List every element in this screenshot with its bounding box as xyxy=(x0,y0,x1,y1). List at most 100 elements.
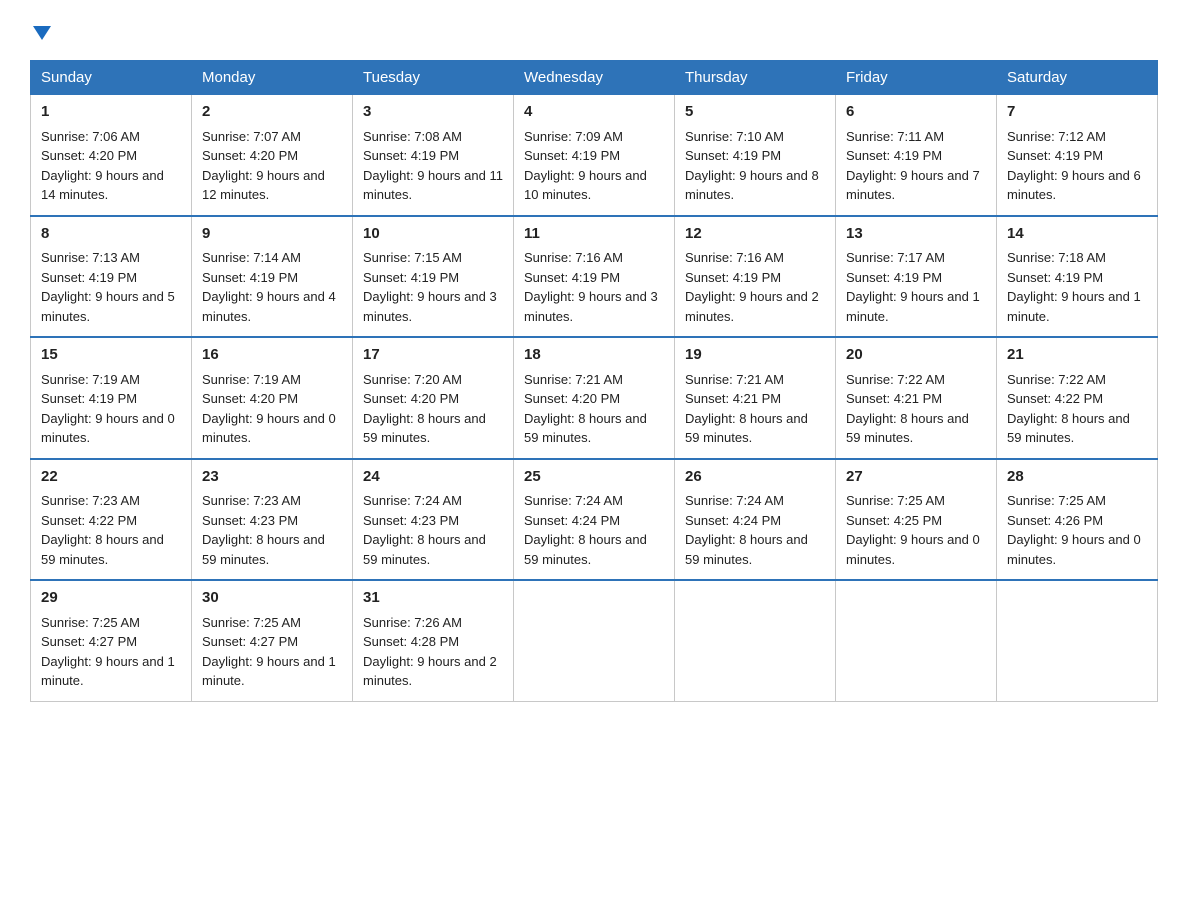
weekday-header-tuesday: Tuesday xyxy=(353,61,514,95)
day-number: 31 xyxy=(363,587,503,610)
weekday-header-friday: Friday xyxy=(836,61,997,95)
day-number: 14 xyxy=(1007,223,1147,246)
day-number: 22 xyxy=(41,466,181,489)
calendar-cell: 26 Sunrise: 7:24 AMSunset: 4:24 PMDayligh… xyxy=(675,459,836,581)
calendar-cell: 7 Sunrise: 7:12 AMSunset: 4:19 PMDaylight… xyxy=(997,95,1158,216)
day-number: 7 xyxy=(1007,101,1147,124)
day-number: 21 xyxy=(1007,344,1147,367)
calendar-week-row: 8 Sunrise: 7:13 AMSunset: 4:19 PMDaylight… xyxy=(31,216,1158,338)
calendar-cell: 19 Sunrise: 7:21 AMSunset: 4:21 PMDayligh… xyxy=(675,337,836,459)
calendar-week-row: 1 Sunrise: 7:06 AMSunset: 4:20 PMDaylight… xyxy=(31,95,1158,216)
calendar-table: SundayMondayTuesdayWednesdayThursdayFrid… xyxy=(30,60,1158,702)
calendar-cell: 14 Sunrise: 7:18 AMSunset: 4:19 PMDayligh… xyxy=(997,216,1158,338)
calendar-cell: 21 Sunrise: 7:22 AMSunset: 4:22 PMDayligh… xyxy=(997,337,1158,459)
day-number: 12 xyxy=(685,223,825,246)
day-number: 24 xyxy=(363,466,503,489)
day-info: Sunrise: 7:23 AMSunset: 4:23 PMDaylight:… xyxy=(202,493,325,567)
day-info: Sunrise: 7:16 AMSunset: 4:19 PMDaylight:… xyxy=(685,250,819,324)
day-info: Sunrise: 7:24 AMSunset: 4:24 PMDaylight:… xyxy=(685,493,808,567)
day-info: Sunrise: 7:23 AMSunset: 4:22 PMDaylight:… xyxy=(41,493,164,567)
day-info: Sunrise: 7:07 AMSunset: 4:20 PMDaylight:… xyxy=(202,129,325,203)
calendar-cell: 12 Sunrise: 7:16 AMSunset: 4:19 PMDayligh… xyxy=(675,216,836,338)
calendar-week-row: 22 Sunrise: 7:23 AMSunset: 4:22 PMDayligh… xyxy=(31,459,1158,581)
day-info: Sunrise: 7:18 AMSunset: 4:19 PMDaylight:… xyxy=(1007,250,1141,324)
calendar-cell: 10 Sunrise: 7:15 AMSunset: 4:19 PMDayligh… xyxy=(353,216,514,338)
calendar-cell: 29Sunrise: 7:25 AMSunset: 4:27 PMDayligh… xyxy=(31,580,192,701)
calendar-cell xyxy=(997,580,1158,701)
calendar-cell xyxy=(514,580,675,701)
day-info: Sunrise: 7:06 AMSunset: 4:20 PMDaylight:… xyxy=(41,129,164,203)
day-number: 18 xyxy=(524,344,664,367)
day-number: 11 xyxy=(524,223,664,246)
day-number: 2 xyxy=(202,101,342,124)
day-info: Sunrise: 7:17 AMSunset: 4:19 PMDaylight:… xyxy=(846,250,980,324)
calendar-cell: 18 Sunrise: 7:21 AMSunset: 4:20 PMDayligh… xyxy=(514,337,675,459)
calendar-cell: 4 Sunrise: 7:09 AMSunset: 4:19 PMDaylight… xyxy=(514,95,675,216)
day-info: Sunrise: 7:21 AMSunset: 4:20 PMDaylight:… xyxy=(524,372,647,446)
calendar-header-row: SundayMondayTuesdayWednesdayThursdayFrid… xyxy=(31,61,1158,95)
day-info: Sunrise: 7:25 AMSunset: 4:26 PMDaylight:… xyxy=(1007,493,1141,567)
day-number: 17 xyxy=(363,344,503,367)
calendar-cell: 2 Sunrise: 7:07 AMSunset: 4:20 PMDaylight… xyxy=(192,95,353,216)
day-number: 15 xyxy=(41,344,181,367)
calendar-cell: 24Sunrise: 7:24 AMSunset: 4:23 PMDayligh… xyxy=(353,459,514,581)
day-info: Sunrise: 7:25 AMSunset: 4:27 PMDaylight:… xyxy=(41,615,175,689)
day-info: Sunrise: 7:21 AMSunset: 4:21 PMDaylight:… xyxy=(685,372,808,446)
logo xyxy=(30,20,51,40)
calendar-cell: 5Sunrise: 7:10 AMSunset: 4:19 PMDaylight… xyxy=(675,95,836,216)
day-info: Sunrise: 7:26 AMSunset: 4:28 PMDaylight:… xyxy=(363,615,497,689)
day-number: 16 xyxy=(202,344,342,367)
calendar-cell: 20 Sunrise: 7:22 AMSunset: 4:21 PMDayligh… xyxy=(836,337,997,459)
calendar-cell: 23Sunrise: 7:23 AMSunset: 4:23 PMDayligh… xyxy=(192,459,353,581)
calendar-cell: 1 Sunrise: 7:06 AMSunset: 4:20 PMDaylight… xyxy=(31,95,192,216)
calendar-cell: 16 Sunrise: 7:19 AMSunset: 4:20 PMDayligh… xyxy=(192,337,353,459)
day-info: Sunrise: 7:16 AMSunset: 4:19 PMDaylight:… xyxy=(524,250,658,324)
day-number: 13 xyxy=(846,223,986,246)
day-number: 8 xyxy=(41,223,181,246)
day-info: Sunrise: 7:25 AMSunset: 4:27 PMDaylight:… xyxy=(202,615,336,689)
day-info: Sunrise: 7:10 AMSunset: 4:19 PMDaylight:… xyxy=(685,129,819,203)
day-info: Sunrise: 7:25 AMSunset: 4:25 PMDaylight:… xyxy=(846,493,980,567)
day-info: Sunrise: 7:13 AMSunset: 4:19 PMDaylight:… xyxy=(41,250,175,324)
day-info: Sunrise: 7:14 AMSunset: 4:19 PMDaylight:… xyxy=(202,250,336,324)
day-number: 4 xyxy=(524,101,664,124)
weekday-header-wednesday: Wednesday xyxy=(514,61,675,95)
weekday-header-monday: Monday xyxy=(192,61,353,95)
calendar-cell: 15 Sunrise: 7:19 AMSunset: 4:19 PMDayligh… xyxy=(31,337,192,459)
calendar-cell xyxy=(836,580,997,701)
day-info: Sunrise: 7:15 AMSunset: 4:19 PMDaylight:… xyxy=(363,250,497,324)
day-info: Sunrise: 7:11 AMSunset: 4:19 PMDaylight:… xyxy=(846,129,980,203)
day-number: 28 xyxy=(1007,466,1147,489)
day-number: 25 xyxy=(524,466,664,489)
calendar-cell: 8 Sunrise: 7:13 AMSunset: 4:19 PMDaylight… xyxy=(31,216,192,338)
calendar-week-row: 15 Sunrise: 7:19 AMSunset: 4:19 PMDayligh… xyxy=(31,337,1158,459)
day-number: 1 xyxy=(41,101,181,124)
day-number: 3 xyxy=(363,101,503,124)
day-info: Sunrise: 7:22 AMSunset: 4:21 PMDaylight:… xyxy=(846,372,969,446)
calendar-cell: 27Sunrise: 7:25 AMSunset: 4:25 PMDayligh… xyxy=(836,459,997,581)
day-info: Sunrise: 7:22 AMSunset: 4:22 PMDaylight:… xyxy=(1007,372,1130,446)
calendar-cell: 9Sunrise: 7:14 AMSunset: 4:19 PMDaylight… xyxy=(192,216,353,338)
day-number: 19 xyxy=(685,344,825,367)
calendar-cell: 13 Sunrise: 7:17 AMSunset: 4:19 PMDayligh… xyxy=(836,216,997,338)
day-number: 6 xyxy=(846,101,986,124)
day-info: Sunrise: 7:12 AMSunset: 4:19 PMDaylight:… xyxy=(1007,129,1141,203)
calendar-cell: 17 Sunrise: 7:20 AMSunset: 4:20 PMDayligh… xyxy=(353,337,514,459)
day-number: 10 xyxy=(363,223,503,246)
weekday-header-sunday: Sunday xyxy=(31,61,192,95)
day-number: 26 xyxy=(685,466,825,489)
calendar-cell: 3 Sunrise: 7:08 AMSunset: 4:19 PMDaylight… xyxy=(353,95,514,216)
weekday-header-saturday: Saturday xyxy=(997,61,1158,95)
day-info: Sunrise: 7:19 AMSunset: 4:19 PMDaylight:… xyxy=(41,372,175,446)
day-info: Sunrise: 7:20 AMSunset: 4:20 PMDaylight:… xyxy=(363,372,486,446)
day-number: 20 xyxy=(846,344,986,367)
day-info: Sunrise: 7:19 AMSunset: 4:20 PMDaylight:… xyxy=(202,372,336,446)
day-info: Sunrise: 7:09 AMSunset: 4:19 PMDaylight:… xyxy=(524,129,647,203)
calendar-cell: 11 Sunrise: 7:16 AMSunset: 4:19 PMDayligh… xyxy=(514,216,675,338)
calendar-cell: 6 Sunrise: 7:11 AMSunset: 4:19 PMDaylight… xyxy=(836,95,997,216)
calendar-cell: 28 Sunrise: 7:25 AMSunset: 4:26 PMDayligh… xyxy=(997,459,1158,581)
calendar-cell xyxy=(675,580,836,701)
calendar-cell: 25Sunrise: 7:24 AMSunset: 4:24 PMDayligh… xyxy=(514,459,675,581)
page-header xyxy=(30,20,1158,40)
day-info: Sunrise: 7:08 AMSunset: 4:19 PMDaylight:… xyxy=(363,129,503,203)
